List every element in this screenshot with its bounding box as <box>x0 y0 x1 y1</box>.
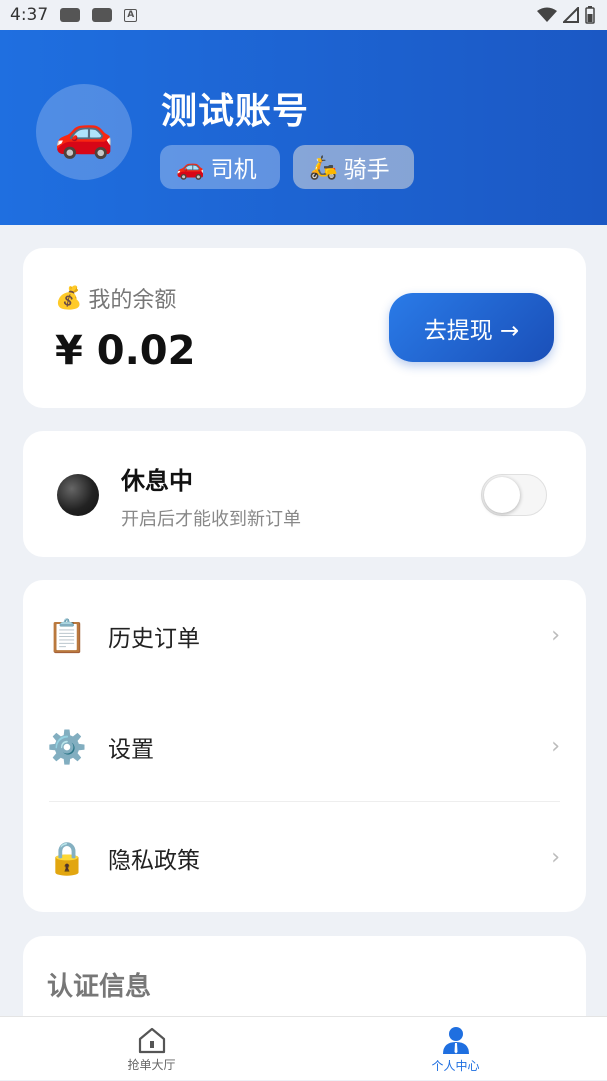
car-icon: 🚗 <box>176 154 205 181</box>
rider-role-tag[interactable]: 🛵 骑手 <box>293 145 414 189</box>
chevron-right-icon: › <box>551 734 560 759</box>
balance-label: 💰 我的余额 <box>55 282 176 314</box>
scooter-icon: 🛵 <box>309 154 338 181</box>
certification-title: 认证信息 <box>47 972 152 1002</box>
lock-icon: 🔒 <box>47 838 87 877</box>
tab-personal-center[interactable]: 个人中心 <box>304 1017 607 1081</box>
money-bag-icon: 💰 <box>55 285 83 311</box>
chevron-right-icon: › <box>551 845 560 870</box>
withdraw-button[interactable]: 去提现 → <box>389 293 554 362</box>
balance-label-text: 我的余额 <box>88 288 177 313</box>
driver-role-tag[interactable]: 🚗 司机 <box>160 145 280 189</box>
gear-icon: ⚙️ <box>47 727 87 766</box>
cat-notification-icon <box>60 8 81 22</box>
clipboard-icon: 📋 <box>47 616 87 655</box>
profile-header: 🚗 测试账号 🚗 司机 🛵 骑手 <box>0 30 607 225</box>
menu-item-label: 历史订单 <box>108 625 200 652</box>
home-icon <box>138 1027 165 1053</box>
work-status-card: 休息中 开启后才能收到新订单 <box>23 431 586 557</box>
signal-icon <box>563 7 579 23</box>
tab-order-hall[interactable]: 抢单大厅 <box>0 1017 303 1081</box>
rider-tag-label: 骑手 <box>343 157 390 183</box>
balance-card: 💰 我的余额 ¥ 0.02 去提现 → <box>23 248 586 408</box>
cat-notification-icon <box>92 8 113 22</box>
menu-item-settings[interactable]: ⚙️ 设置 › <box>23 691 586 802</box>
menu-item-order-history[interactable]: 📋 历史订单 › <box>23 580 586 691</box>
balance-amount: ¥ 0.02 <box>55 328 196 374</box>
work-status-title: 休息中 <box>121 467 193 495</box>
status-bar: 4:37 A <box>0 0 607 30</box>
work-status-toggle[interactable] <box>481 474 547 516</box>
a-icon: A <box>124 8 138 22</box>
tab-label: 个人中心 <box>431 1058 480 1073</box>
avatar[interactable]: 🚗 <box>36 84 132 180</box>
car-icon: 🚗 <box>54 104 114 161</box>
menu-card: 📋 历史订单 › ⚙️ 设置 › 🔒 隐私政策 › <box>23 580 586 912</box>
status-dot-icon <box>57 474 99 516</box>
tab-label: 抢单大厅 <box>127 1057 176 1072</box>
menu-item-label: 设置 <box>108 736 154 763</box>
toggle-knob <box>484 477 520 513</box>
battery-icon <box>585 6 595 24</box>
work-status-subtitle: 开启后才能收到新订单 <box>121 509 301 530</box>
wifi-icon <box>537 7 557 22</box>
status-time: 4:37 <box>10 5 49 25</box>
chevron-right-icon: › <box>551 623 560 648</box>
bottom-tab-bar: 抢单大厅 个人中心 <box>0 1016 607 1080</box>
driver-tag-label: 司机 <box>210 157 257 183</box>
menu-item-label: 隐私政策 <box>108 847 200 874</box>
menu-item-privacy-policy[interactable]: 🔒 隐私政策 › <box>23 802 586 913</box>
person-icon <box>442 1026 469 1054</box>
username: 测试账号 <box>161 91 310 132</box>
